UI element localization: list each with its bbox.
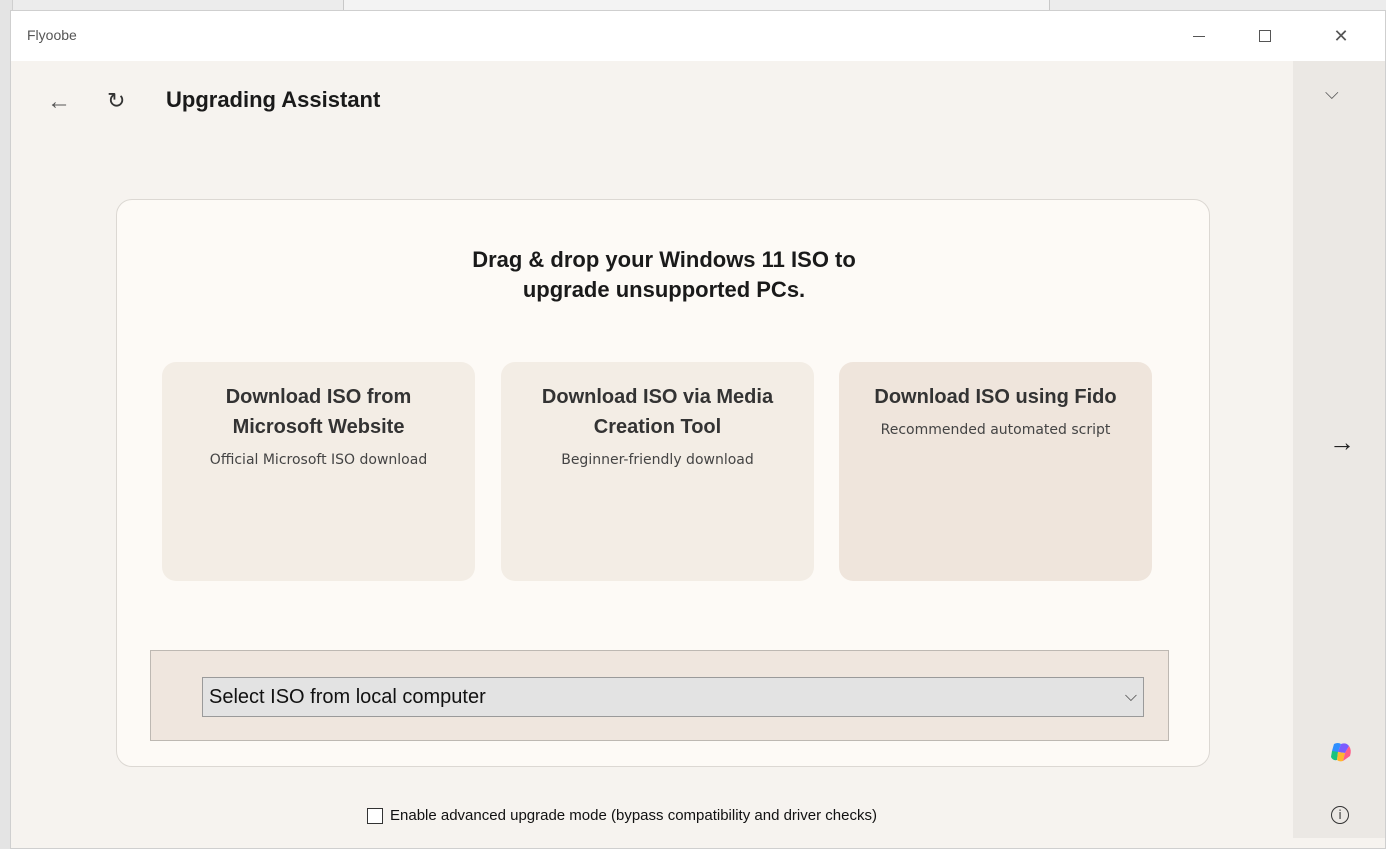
option-subtitle: Recommended automated script	[880, 422, 1111, 438]
app-window: Flyoobe ✕ ← ↻ Upgrading Assistant Drag &…	[10, 10, 1386, 849]
minimize-icon	[1193, 35, 1205, 37]
drop-headline-line2: upgrade unsupported PCs.	[522, 277, 806, 302]
option-fido[interactable]: Download ISO using Fido Recommended auto…	[839, 362, 1152, 581]
close-icon: ✕	[1333, 25, 1349, 46]
dropdown-value: Select ISO from local computer	[209, 685, 486, 708]
option-microsoft-website[interactable]: Download ISO from Microsoft Website Offi…	[162, 362, 475, 581]
maximize-icon	[1259, 30, 1271, 42]
advanced-mode-label: Enable advanced upgrade mode (bypass com…	[390, 807, 877, 824]
app-title: Flyoobe	[27, 27, 77, 43]
option-title: Download ISO via Media Creation Tool	[541, 386, 774, 438]
drop-headline: Drag & drop your Windows 11 ISO to upgra…	[117, 245, 1211, 305]
option-title: Download ISO from Microsoft Website	[225, 386, 412, 438]
info-icon[interactable]: i	[1331, 806, 1349, 824]
back-arrow-icon[interactable]: ←	[47, 88, 71, 116]
advanced-mode-option[interactable]: Enable advanced upgrade mode (bypass com…	[367, 807, 877, 824]
iso-select-panel: Select ISO from local computer ⌵	[150, 650, 1169, 741]
collapse-chevron-icon[interactable]: ⌵	[1325, 83, 1339, 104]
option-media-creation-tool[interactable]: Download ISO via Media Creation Tool Beg…	[501, 362, 814, 581]
title-bar[interactable]: Flyoobe ✕	[11, 11, 1385, 61]
page-title: Upgrading Assistant	[166, 87, 381, 112]
refresh-icon[interactable]: ↻	[107, 88, 125, 114]
iso-source-dropdown[interactable]: Select ISO from local computer ⌵	[202, 677, 1144, 717]
next-arrow-icon[interactable]: →	[1329, 427, 1355, 458]
close-button[interactable]: ✕	[1318, 11, 1364, 61]
chevron-down-icon: ⌵	[1124, 688, 1138, 705]
copilot-icon[interactable]	[1329, 741, 1353, 763]
maximize-button[interactable]	[1242, 11, 1288, 61]
right-pane: ⌵ → i	[1293, 61, 1385, 838]
option-subtitle: Official Microsoft ISO download	[209, 452, 428, 468]
main-content: ← ↻ Upgrading Assistant Drag & drop your…	[23, 61, 1293, 838]
drop-headline-line1: Drag & drop your Windows 11 ISO to	[472, 247, 856, 272]
advanced-mode-checkbox[interactable]	[367, 807, 383, 824]
option-subtitle: Beginner-friendly download	[561, 452, 754, 468]
minimize-button[interactable]	[1176, 11, 1222, 61]
option-title: Download ISO using Fido	[874, 386, 1117, 408]
iso-drop-card[interactable]: Drag & drop your Windows 11 ISO to upgra…	[116, 199, 1210, 767]
